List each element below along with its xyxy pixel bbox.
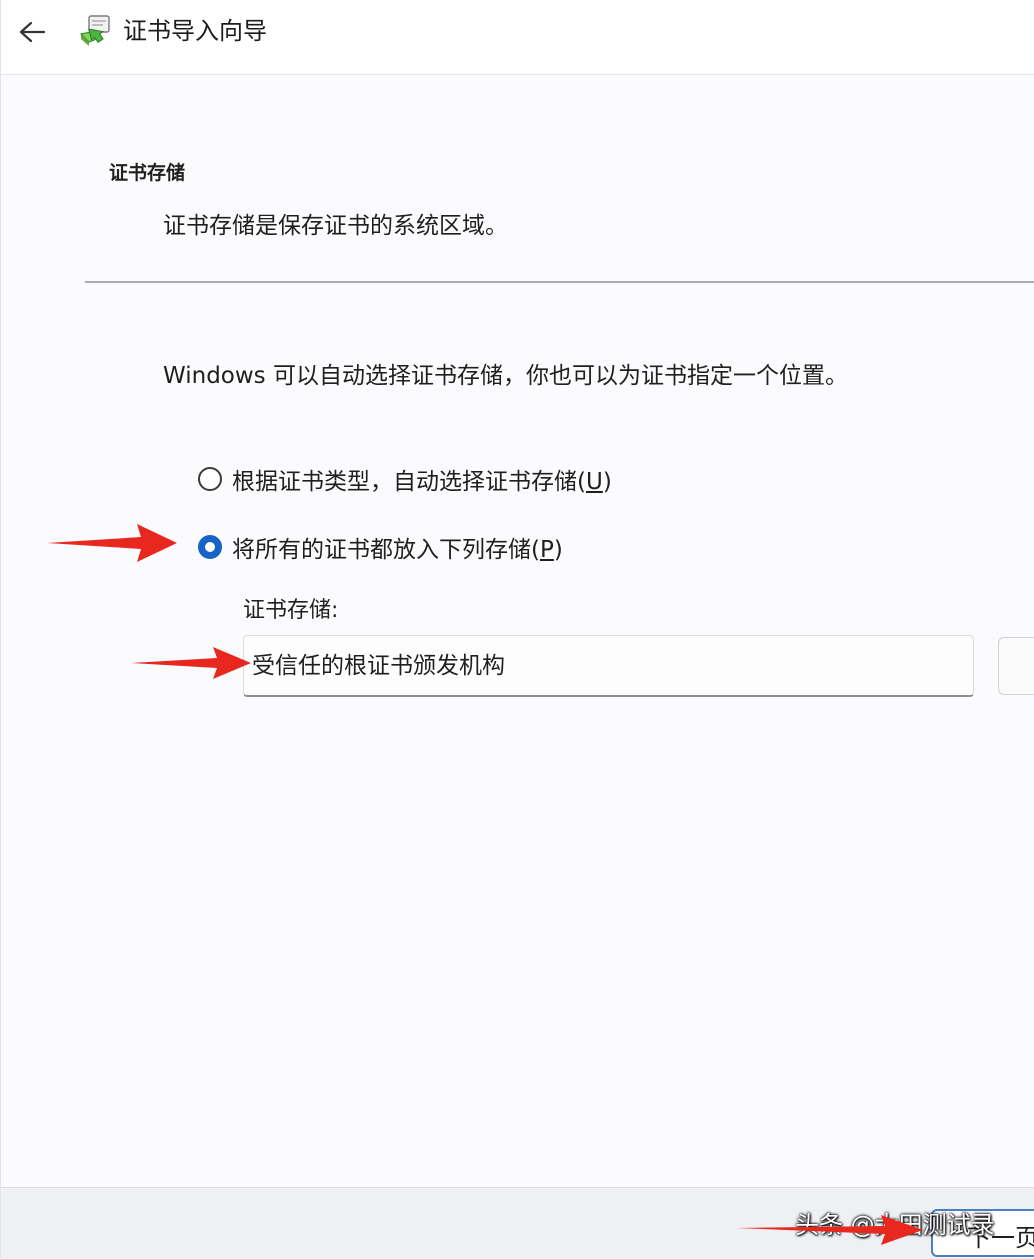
watermark: 头条 @大田测试录 [795,1211,995,1239]
section-heading: 证书存储 [109,162,186,184]
certificate-wizard-icon [79,15,110,46]
window-title: 证书导入向导 [123,17,267,45]
radio-auto-select-store[interactable]: 根据证书类型，自动选择证书存储(U) [198,462,612,496]
certificate-store-label: 证书存储: [243,598,339,623]
header-divider [85,281,1034,283]
annotation-arrow-icon [47,524,177,562]
browse-button[interactable] [998,637,1034,695]
certificate-store-field[interactable]: 受信任的根证书颁发机构 [243,635,974,697]
arrow-left-icon [19,21,46,43]
radio-label-auto-select[interactable]: 根据证书类型，自动选择证书存储(U) [232,462,612,496]
intro-text: Windows 可以自动选择证书存储，你也可以为证书指定一个位置。 [163,363,848,389]
section-description: 证书存储是保存证书的系统区域。 [163,213,508,239]
radio-button-unselected[interactable] [198,467,222,491]
title-bar: 证书导入向导 [1,0,1034,75]
certificate-import-wizard-window: 证书导入向导 证书存储 证书存储是保存证书的系统区域。 Windows 可以自动… [0,0,1034,1259]
annotation-arrow-icon [131,647,251,679]
back-button[interactable] [11,12,53,52]
radio-label-place-all[interactable]: 将所有的证书都放入下列存储(P) [232,530,563,564]
radio-place-all-in-store[interactable]: 将所有的证书都放入下列存储(P) [198,530,563,564]
radio-button-selected[interactable] [198,535,222,559]
